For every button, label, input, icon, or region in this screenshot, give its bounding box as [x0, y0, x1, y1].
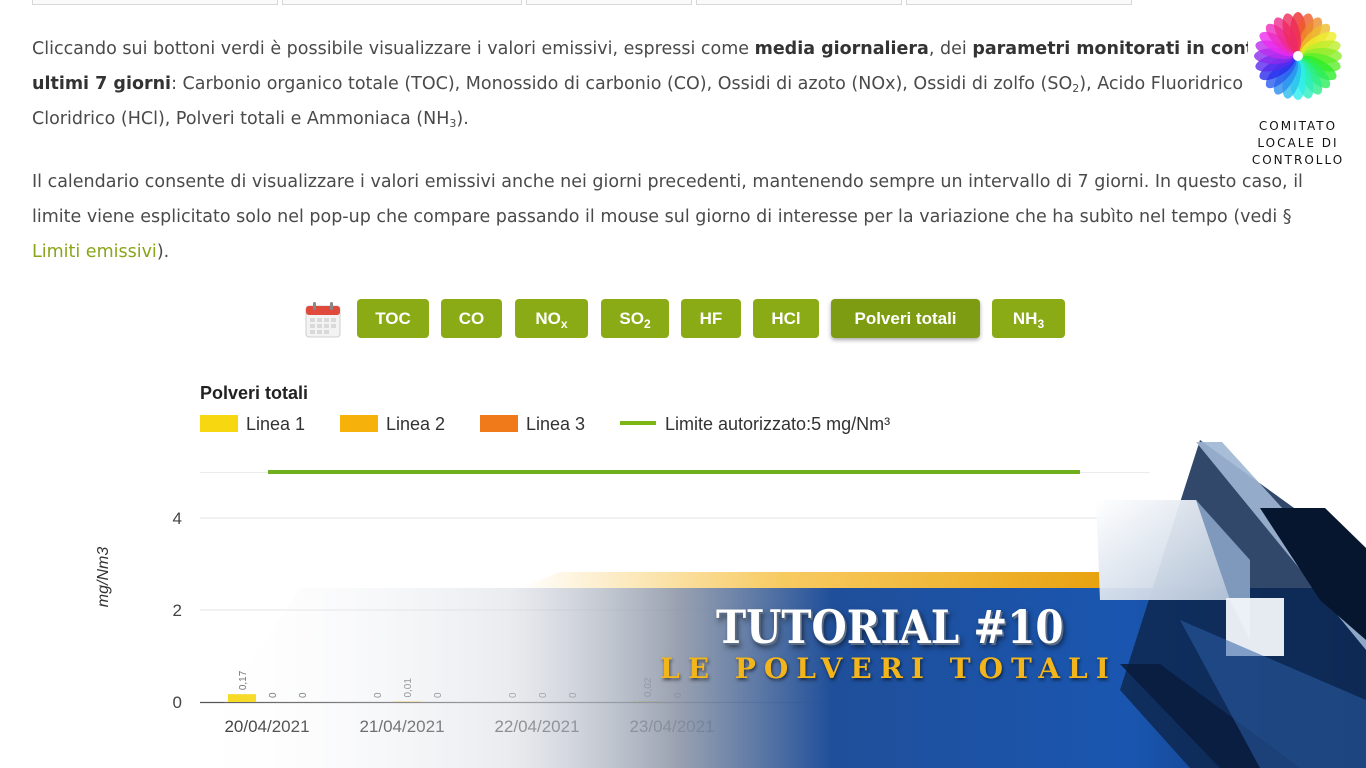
intro-line-1: Cliccando sui bottoni verdi è possibile … [32, 39, 1285, 59]
y-tick-label: 4 [173, 509, 182, 528]
x-tick-label: 20/04/2021 [224, 717, 309, 736]
y-axis-title: mg/Nm3 [95, 547, 112, 608]
chart-title: Polveri totali [200, 383, 309, 403]
legend-item-linea-3[interactable]: Linea 3 [480, 414, 585, 435]
logo-text: COMITATO LOCALE DI CONTROLLO [1251, 119, 1345, 167]
bar-linea-1 [228, 694, 256, 702]
nox-button[interactable]: NOx [515, 299, 588, 338]
toc-button[interactable]: TOC [357, 299, 429, 338]
data-label: 0,17 [238, 670, 249, 690]
legend-item-limit[interactable]: Limite autorizzato:5 mg/Nm³ [620, 414, 890, 435]
hf-button[interactable]: HF [681, 299, 741, 338]
data-label: 0 [673, 692, 684, 698]
polveri-chart: 0 2 4 mg/Nm3 20/04/2021 0,17 0 0 21/04/2021 0 0,01… [95, 470, 1150, 736]
data-label: 0 [508, 692, 519, 698]
y-tick-label: 2 [173, 601, 182, 620]
calendar-icon[interactable] [304, 301, 342, 339]
calendar-note-line-1: Il calendario consente di visualizzare i… [32, 172, 1303, 192]
x-tick-label: 23/04/2021 [629, 717, 714, 736]
bar-linea-1 [633, 701, 661, 702]
data-label: 0,02 [643, 677, 654, 697]
legend-item-linea-1[interactable]: Linea 1 [200, 414, 305, 435]
data-label: 0 [568, 692, 579, 698]
calendar-note-line-3: Limiti emissivi). [32, 242, 170, 262]
flower-logo-icon [1254, 12, 1342, 100]
nh3-button[interactable]: NH3 [992, 299, 1065, 338]
so2-button[interactable]: SO2 [601, 299, 669, 338]
comitato-logo: COMITATO LOCALE DI CONTROLLO [1248, 8, 1348, 168]
legend-item-linea-2[interactable]: Linea 2 [340, 414, 445, 435]
calendar-note-line-2: limite viene esplicitato solo nel pop-up… [32, 207, 1292, 227]
data-label: 0 [538, 692, 549, 698]
data-label: 0 [433, 692, 444, 698]
tutorial-subtitle: LE POLVERI TOTALI [660, 652, 1117, 685]
tab-strip-remnant [32, 0, 1132, 6]
x-tick-label: 22/04/2021 [494, 717, 579, 736]
hcl-button[interactable]: HCl [753, 299, 819, 338]
x-tick-label: 21/04/2021 [359, 717, 444, 736]
co-button[interactable]: CO [441, 299, 502, 338]
y-tick-label: 0 [173, 693, 182, 712]
data-label: 0 [373, 692, 384, 698]
tutorial-title: TUTORIAL #10 [716, 600, 1064, 654]
intro-line-3: Cloridrico (HCl), Polveri totali e Ammon… [32, 109, 469, 130]
data-label: 0 [268, 692, 279, 698]
limiti-emissivi-link[interactable]: Limiti emissivi [32, 242, 157, 262]
polveri-totali-button[interactable]: Polveri totali [831, 299, 980, 338]
data-label: 0,01 [403, 678, 414, 698]
intro-line-2: ultimi 7 giorni: Carbonio organico total… [32, 74, 1269, 95]
data-label: 0 [298, 692, 309, 698]
